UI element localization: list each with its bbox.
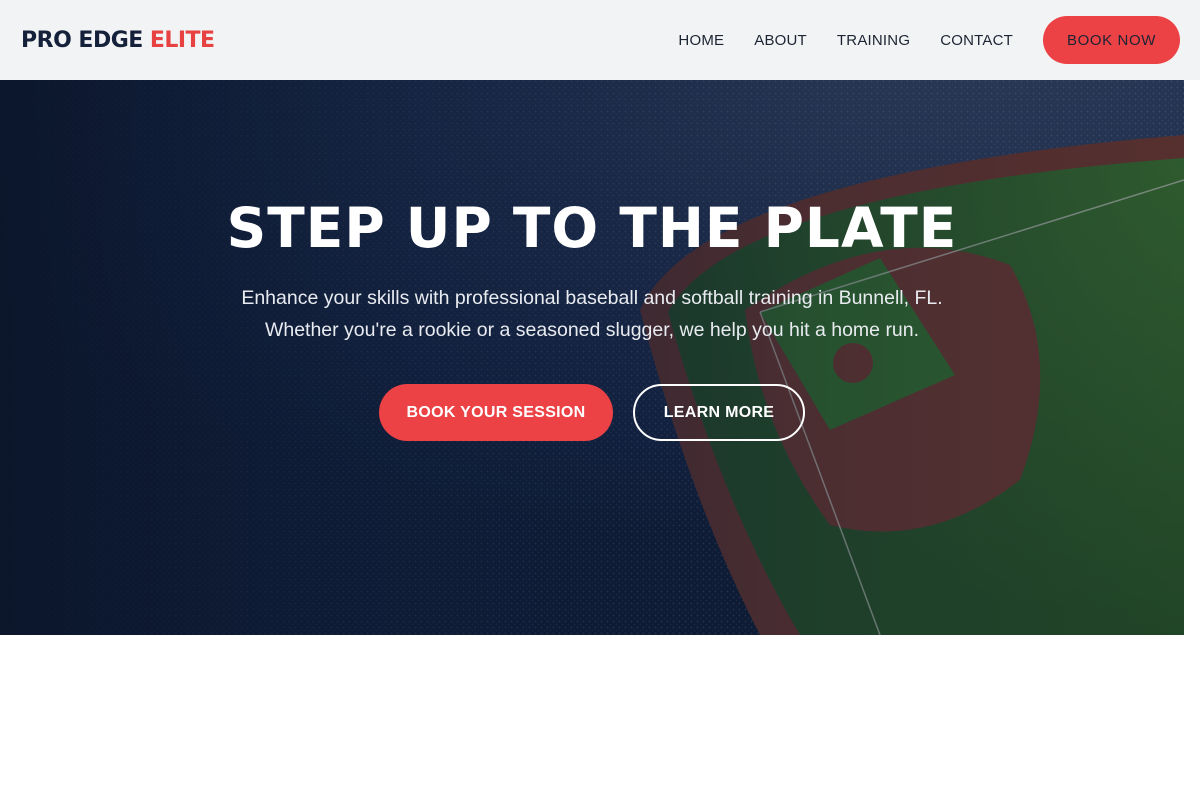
book-session-button[interactable]: BOOK YOUR SESSION [379,384,613,441]
hero-section: STEP UP TO THE PLATE Enhance your skills… [0,80,1184,635]
page-scrollbar[interactable] [1184,80,1200,800]
learn-more-button[interactable]: LEARN MORE [633,384,805,441]
nav-contact-link[interactable]: CONTACT [940,32,1013,49]
hero-cta-row: BOOK YOUR SESSION LEARN MORE [0,384,1184,441]
hero-content: STEP UP TO THE PLATE Enhance your skills… [0,80,1184,635]
hero-title: STEP UP TO THE PLATE [226,196,958,260]
logo-text-accent: ELITE [149,27,215,53]
content-area [0,635,1184,800]
logo[interactable]: PRO EDGE ELITE [21,28,215,53]
nav-training-link[interactable]: TRAINING [837,32,910,49]
hero-subtitle: Enhance your skills with professional ba… [0,282,1184,346]
site-header: PRO EDGE ELITE HOME ABOUT TRAINING CONTA… [0,0,1200,80]
hero-subtitle-line-2: Whether you're a rookie or a seasoned sl… [264,319,920,341]
logo-text-primary: PRO EDGE [21,27,143,53]
hero-subtitle-line-1: Enhance your skills with professional ba… [241,287,943,309]
nav-about-link[interactable]: ABOUT [754,32,807,49]
book-now-button[interactable]: BOOK NOW [1043,16,1180,64]
nav-home-link[interactable]: HOME [678,32,724,49]
main-nav: HOME ABOUT TRAINING CONTACT BOOK NOW [678,16,1180,64]
